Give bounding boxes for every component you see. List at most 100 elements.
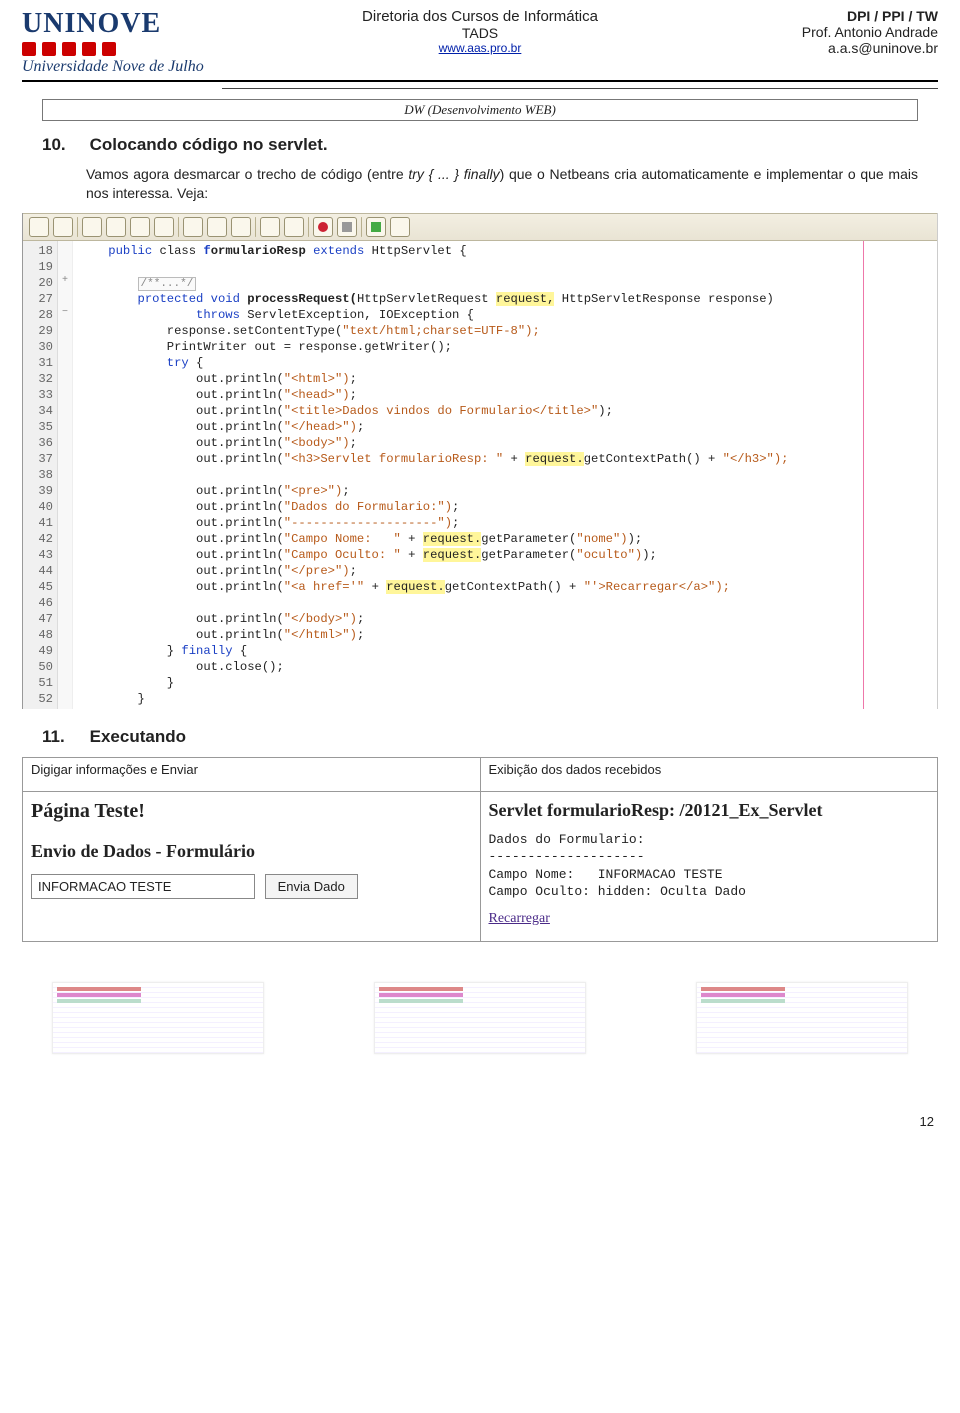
header-center-line2: TADS <box>242 25 718 41</box>
toolbar-button-icon[interactable] <box>284 217 304 237</box>
line-number: 29 <box>25 323 53 339</box>
fold-mark-icon <box>58 321 72 337</box>
fold-mark-icon <box>58 465 72 481</box>
code-line: out.println("Campo Nome: " + request.get… <box>79 531 931 547</box>
fold-gutter: +− <box>58 241 73 709</box>
line-number: 47 <box>25 611 53 627</box>
line-number: 52 <box>25 691 53 707</box>
results-left-input[interactable]: INFORMACAO TESTE <box>31 874 255 899</box>
fold-mark-icon <box>58 609 72 625</box>
fold-mark-icon <box>58 337 72 353</box>
line-number: 38 <box>25 467 53 483</box>
header-right: DPI / PPI / TW Prof. Antonio Andrade a.a… <box>718 8 938 56</box>
toolbar-button-icon[interactable] <box>106 217 126 237</box>
code-editor: 1819202728293031323334353637383940414243… <box>22 213 938 709</box>
line-number: 30 <box>25 339 53 355</box>
page-header: UNINOVE Universidade Nove de Julho Diret… <box>22 8 938 76</box>
toolbar-button-icon[interactable] <box>53 217 73 237</box>
line-number: 40 <box>25 499 53 515</box>
line-number: 46 <box>25 595 53 611</box>
line-number: 28 <box>25 307 53 323</box>
fold-mark-icon <box>58 353 72 369</box>
toolbar-separator <box>255 217 256 237</box>
fold-mark-icon <box>58 497 72 513</box>
line-number: 20 <box>25 275 53 291</box>
code-line: public class formularioResp extends Http… <box>79 243 931 259</box>
section-10-body: Vamos agora desmarcar o trecho de código… <box>86 165 918 203</box>
toolbar-separator <box>308 217 309 237</box>
toolbar-button-icon[interactable] <box>260 217 280 237</box>
code-line: out.println("Dados do Formulario:"); <box>79 499 931 515</box>
results-left-button[interactable]: Envia Dado <box>265 874 358 899</box>
code-line <box>79 595 931 611</box>
toolbar-button-icon[interactable] <box>231 217 251 237</box>
fold-mark-icon <box>58 433 72 449</box>
fold-mark-icon <box>58 401 72 417</box>
header-right-line3: a.a.s@uninove.br <box>718 40 938 56</box>
fold-mark-icon <box>58 561 72 577</box>
logo-text: UNINOVE <box>22 8 242 40</box>
code-line <box>79 467 931 483</box>
section-11-title: Executando <box>90 727 186 746</box>
logo-dots <box>22 42 242 56</box>
fold-mark-icon <box>58 673 72 689</box>
line-number: 34 <box>25 403 53 419</box>
code-line: out.println("<h3>Servlet formularioResp:… <box>79 451 931 467</box>
toolbar-button-icon[interactable] <box>82 217 102 237</box>
fold-mark-icon <box>58 289 72 305</box>
header-rule-thin <box>222 88 938 89</box>
page-thumbnail <box>374 982 586 1054</box>
results-right-link[interactable]: Recarregar <box>489 911 550 927</box>
fold-mark-icon <box>58 257 72 273</box>
fold-mark-icon <box>58 417 72 433</box>
code-line: out.println("</head>"); <box>79 419 931 435</box>
fold-mark-icon <box>58 593 72 609</box>
section-10-num: 10. <box>42 135 86 155</box>
fold-mark-icon <box>58 689 72 705</box>
code-line: try { <box>79 355 931 371</box>
toolbar-button-icon[interactable] <box>183 217 203 237</box>
line-number: 18 <box>25 243 53 259</box>
line-number: 27 <box>25 291 53 307</box>
toolbar-button-icon[interactable] <box>207 217 227 237</box>
header-rule <box>22 80 938 82</box>
code-line: out.close(); <box>79 659 931 675</box>
fold-mark-icon[interactable]: − <box>58 305 72 321</box>
fold-mark-icon <box>58 241 72 257</box>
code-line: out.println("<a href='" + request.getCon… <box>79 579 931 595</box>
toolbar-separator <box>178 217 179 237</box>
toolbar-button-icon[interactable] <box>390 217 410 237</box>
dot-icon <box>62 42 76 56</box>
course-box-title: DW (Desenvolvimento WEB) <box>42 99 918 121</box>
line-number: 19 <box>25 259 53 275</box>
toolbar-separator <box>361 217 362 237</box>
logo-subtitle: Universidade Nove de Julho <box>22 58 242 76</box>
editor-toolbar <box>23 213 937 241</box>
toolbar-button-icon[interactable] <box>154 217 174 237</box>
dot-icon <box>82 42 96 56</box>
results-left-h1: Página Teste! <box>31 800 472 823</box>
toolbar-button-icon[interactable] <box>337 217 357 237</box>
thumbnail-strip <box>52 982 908 1054</box>
header-center-line1: Diretoria dos Cursos de Informática <box>242 8 718 25</box>
logo-block: UNINOVE Universidade Nove de Julho <box>22 8 242 76</box>
section-10: 10. Colocando código no servlet. Vamos a… <box>42 135 918 203</box>
code-line: out.println("</html>"); <box>79 627 931 643</box>
code-line: out.println("</body>"); <box>79 611 931 627</box>
results-left-cell: Página Teste! Envio de Dados - Formulári… <box>23 791 481 941</box>
fold-mark-icon[interactable]: + <box>58 273 72 289</box>
results-right-caption: Exibição dos dados recebidos <box>480 757 938 791</box>
toolbar-button-icon[interactable] <box>130 217 150 237</box>
code-line: } <box>79 691 931 707</box>
toolbar-run-icon[interactable] <box>366 217 386 237</box>
margin-line <box>863 241 864 709</box>
page-thumbnail <box>696 982 908 1054</box>
code-line: PrintWriter out = response.getWriter(); <box>79 339 931 355</box>
code-line: out.println("Campo Oculto: " + request.g… <box>79 547 931 563</box>
toolbar-stop-icon[interactable] <box>313 217 333 237</box>
line-number: 33 <box>25 387 53 403</box>
line-number: 31 <box>25 355 53 371</box>
toolbar-button-icon[interactable] <box>29 217 49 237</box>
line-number: 44 <box>25 563 53 579</box>
code-line: out.println("<pre>"); <box>79 483 931 499</box>
